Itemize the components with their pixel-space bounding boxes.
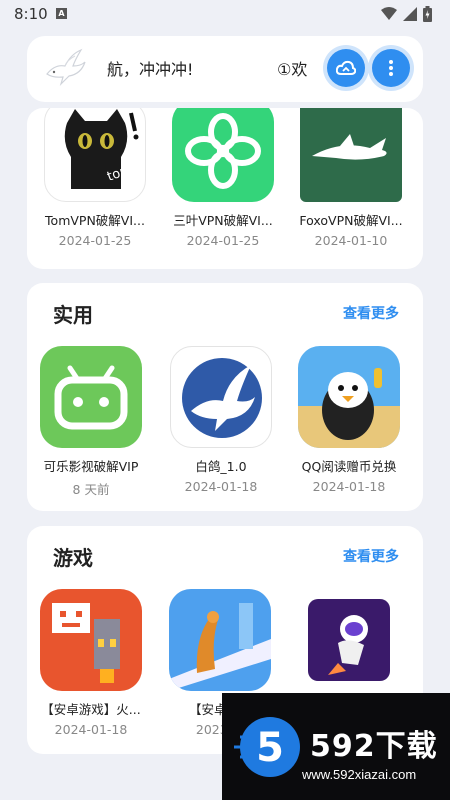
more-options-button[interactable] — [372, 49, 410, 87]
app-date: 8 天前 — [72, 482, 110, 497]
signal-icon — [403, 7, 417, 21]
app-date: 2024-01-18 — [184, 479, 258, 494]
app-name: 【安卓游戏】火... — [41, 702, 141, 717]
app-section-utility: 实用 查看更多 可乐影视破解VIP 8 天前 白鸽_1.0 2024-01-18 — [27, 283, 423, 511]
astronaut-icon — [298, 589, 400, 691]
app-name: TomVPN破解VI... — [45, 213, 145, 228]
app-date: 2024-01-18 — [312, 479, 386, 494]
notification-icon: A — [56, 8, 67, 19]
penguin-mascot-icon — [298, 346, 400, 448]
marquee-text-left: 航，冲冲冲! — [107, 60, 194, 79]
see-more-link[interactable]: 查看更多 — [343, 546, 399, 566]
app-name: QQ阅读赠币兑换 — [301, 459, 397, 474]
app-date: 2024-01-10 — [314, 233, 388, 248]
app-section-vpn: tom TomVPN破解VI... 2024-01-25 三叶VPN破解VI..… — [27, 108, 423, 269]
status-icons — [381, 6, 432, 22]
more-vertical-icon — [389, 60, 393, 76]
battery-icon — [423, 6, 432, 22]
app-item[interactable]: 【安卓游戏】火... 2024-01-18 — [29, 589, 153, 737]
app-name: FoxoVPN破解VI... — [299, 213, 403, 228]
status-bar: 8:10 A — [0, 0, 450, 28]
status-time: 8:10 — [14, 5, 48, 23]
section-title: 游戏 — [53, 546, 93, 570]
black-cat-tom-icon: tom — [44, 108, 146, 202]
app-item[interactable]: FoxoVPN破解VI... 2024-01-10 — [289, 108, 413, 248]
white-dove-icon — [170, 346, 272, 448]
watermark-url: www.592xiazai.com — [302, 767, 417, 782]
wifi-icon — [381, 7, 397, 20]
header-bar: 航，冲冲冲! ①欢 — [27, 36, 423, 102]
section-title: 实用 — [53, 303, 93, 327]
app-name: 白鸽_1.0 — [195, 459, 247, 474]
app-item[interactable]: QQ阅读赠币兑换 2024-01-18 — [287, 346, 411, 494]
dove-logo-icon — [46, 48, 86, 87]
app-item[interactable]: 白鸽_1.0 2024-01-18 — [159, 346, 283, 494]
app-item[interactable]: 三叶VPN破解VI... 2024-01-25 — [161, 108, 285, 248]
white-fox-icon — [300, 108, 402, 202]
app-item[interactable] — [287, 589, 411, 703]
cloud-button[interactable] — [327, 49, 365, 87]
marquee-text-right: ①欢 — [277, 60, 308, 79]
pixel-rocket-icon — [40, 589, 142, 691]
see-more-link[interactable]: 查看更多 — [343, 303, 399, 323]
app-date: 2024-01-25 — [186, 233, 260, 248]
app-date: 2024-01-25 — [58, 233, 132, 248]
watermark: 5 592下载 www.592xiazai.com — [222, 693, 450, 800]
watermark-logo-digit: 5 — [256, 725, 284, 771]
app-item[interactable]: 可乐影视破解VIP 8 天前 — [29, 346, 153, 498]
bird-runner-icon — [169, 589, 271, 691]
watermark-logo: 5 — [234, 717, 300, 777]
green-clover-icon — [172, 108, 274, 202]
app-name: 三叶VPN破解VI... — [173, 213, 273, 228]
cloud-icon — [336, 60, 356, 75]
watermark-brand: 592下载 — [310, 729, 438, 764]
app-name: 可乐影视破解VIP — [43, 459, 139, 474]
app-date: 2024-01-18 — [54, 722, 128, 737]
announcement-marquee: 航，冲冲冲! ①欢 — [107, 56, 317, 82]
app-item[interactable]: tom TomVPN破解VI... 2024-01-25 — [33, 108, 157, 248]
android-robot-icon — [40, 346, 142, 448]
